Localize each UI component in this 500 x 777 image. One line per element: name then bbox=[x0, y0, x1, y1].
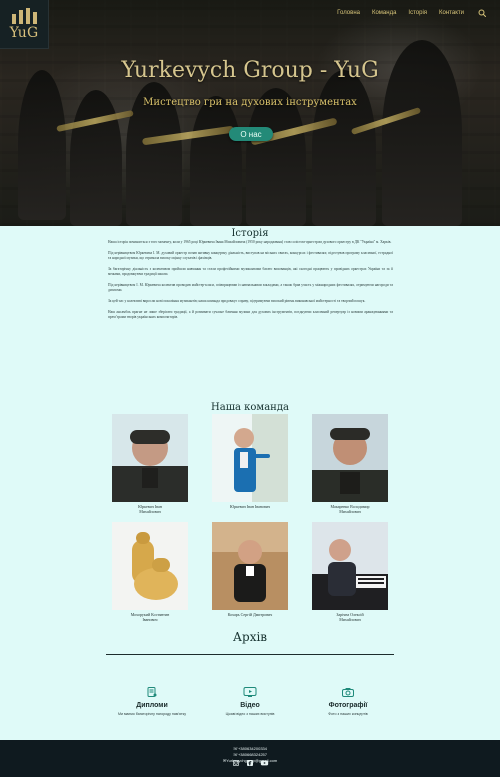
history-paragraph: Під керівництвом Юркевича І. М. духовий … bbox=[108, 251, 393, 260]
archive-item-desc: Цікаві відео з наших виступів bbox=[225, 712, 275, 716]
member-photo bbox=[112, 414, 188, 502]
instagram-icon[interactable] bbox=[231, 758, 241, 768]
member-name: Юркевич Іван Михайлович bbox=[138, 504, 162, 514]
team-member[interactable]: Зарічна Олексій Михайлович bbox=[310, 522, 390, 622]
archive-item-title: Відео bbox=[240, 702, 260, 709]
team-member[interactable]: Юркевич Іван Іванович bbox=[210, 414, 290, 514]
hero-subtitle: Мистецтво гри на духових інструментах bbox=[143, 97, 357, 108]
band-silhouette bbox=[18, 70, 66, 220]
member-name: Зарічна Олексій Михайлович bbox=[336, 612, 364, 622]
archive-item-title: Фотографії bbox=[328, 702, 368, 709]
history-title: Історія bbox=[231, 228, 269, 239]
archive-video[interactable]: Відео Цікаві відео з наших виступів bbox=[204, 684, 296, 716]
nav-contacts[interactable]: Контакти bbox=[439, 10, 464, 16]
member-photo bbox=[212, 414, 288, 502]
nav-team[interactable]: Команда bbox=[372, 10, 396, 16]
archive-item-title: Дипломи bbox=[136, 702, 168, 709]
footer: ☏+380634200334 ☏+380668324257 ✉Yurkevych… bbox=[0, 740, 500, 777]
diploma-icon bbox=[106, 684, 198, 700]
history-paragraph: За багаторічну діяльність з колективом п… bbox=[108, 267, 393, 276]
team-member[interactable]: Макаренко Володимир Михайлович bbox=[310, 414, 390, 514]
member-photo bbox=[312, 522, 388, 610]
hero: YuG Головна Команда Історія Контакти Yur… bbox=[0, 0, 500, 226]
logo-mark bbox=[11, 8, 37, 24]
band-silhouette bbox=[190, 96, 242, 226]
logo-text: YuG bbox=[9, 25, 39, 41]
member-photo bbox=[212, 522, 288, 610]
history-paragraph: За цей час у колективі виросли нові поко… bbox=[108, 299, 366, 303]
archive-diplomas[interactable]: Дипломи Ми маємо багаторічну нагороду па… bbox=[106, 684, 198, 716]
team-title: Наша команда bbox=[211, 402, 289, 413]
facebook-icon[interactable] bbox=[245, 758, 255, 768]
archive-item-desc: Ми маємо багаторічну нагороду пам'ятку bbox=[117, 712, 187, 716]
archive-items: Дипломи Ми маємо багаторічну нагороду па… bbox=[106, 684, 394, 716]
youtube-icon[interactable] bbox=[259, 758, 269, 768]
member-photo bbox=[312, 414, 388, 502]
social-links bbox=[0, 758, 500, 768]
nav-home[interactable]: Головна bbox=[337, 10, 360, 16]
archive-item-desc: Фото з наших концертів bbox=[328, 712, 368, 716]
member-photo bbox=[112, 522, 188, 610]
member-name: Кохарь Сергій Дмитрович bbox=[227, 612, 273, 617]
nav-history[interactable]: Історія bbox=[408, 10, 427, 16]
member-name: Мохорукий Костянтин Іванович bbox=[130, 612, 170, 622]
team-grid: Юркевич Іван Михайлович Юркевич Іван Іва… bbox=[110, 414, 390, 622]
search-icon[interactable] bbox=[476, 7, 488, 19]
history-paragraph: Під керівництвом І. М. Юркевича колектив… bbox=[108, 283, 393, 292]
team-member[interactable]: Юркевич Іван Михайлович bbox=[110, 414, 190, 514]
band-silhouette bbox=[312, 70, 376, 226]
member-name: Макаренко Володимир Михайлович bbox=[330, 504, 370, 514]
video-icon bbox=[204, 684, 296, 700]
archive-title: Архів bbox=[232, 630, 268, 644]
history-text: Наша історія починається з того моменту,… bbox=[108, 240, 393, 326]
history-paragraph: Наш ансамбль прагне не лише зберігати тр… bbox=[108, 310, 393, 319]
band-silhouette bbox=[70, 90, 122, 226]
archive-photos[interactable]: Фотографії Фото з наших концертів bbox=[302, 684, 394, 716]
main-nav: Головна Команда Історія Контакти bbox=[337, 7, 488, 19]
archive-divider bbox=[106, 654, 394, 655]
camera-icon bbox=[302, 684, 394, 700]
team-member[interactable]: Мохорукий Костянтин Іванович bbox=[110, 522, 190, 622]
about-button[interactable]: О нас bbox=[229, 127, 273, 141]
band-silhouette bbox=[246, 88, 306, 226]
history-paragraph: Наша історія починається з того моменту,… bbox=[108, 240, 392, 244]
team-member[interactable]: Кохарь Сергій Дмитрович bbox=[210, 522, 290, 622]
member-name: Юркевич Іван Іванович bbox=[230, 504, 270, 509]
hero-title: Yurkevych Group - YuG bbox=[121, 58, 379, 83]
site-logo[interactable]: YuG bbox=[0, 0, 49, 49]
